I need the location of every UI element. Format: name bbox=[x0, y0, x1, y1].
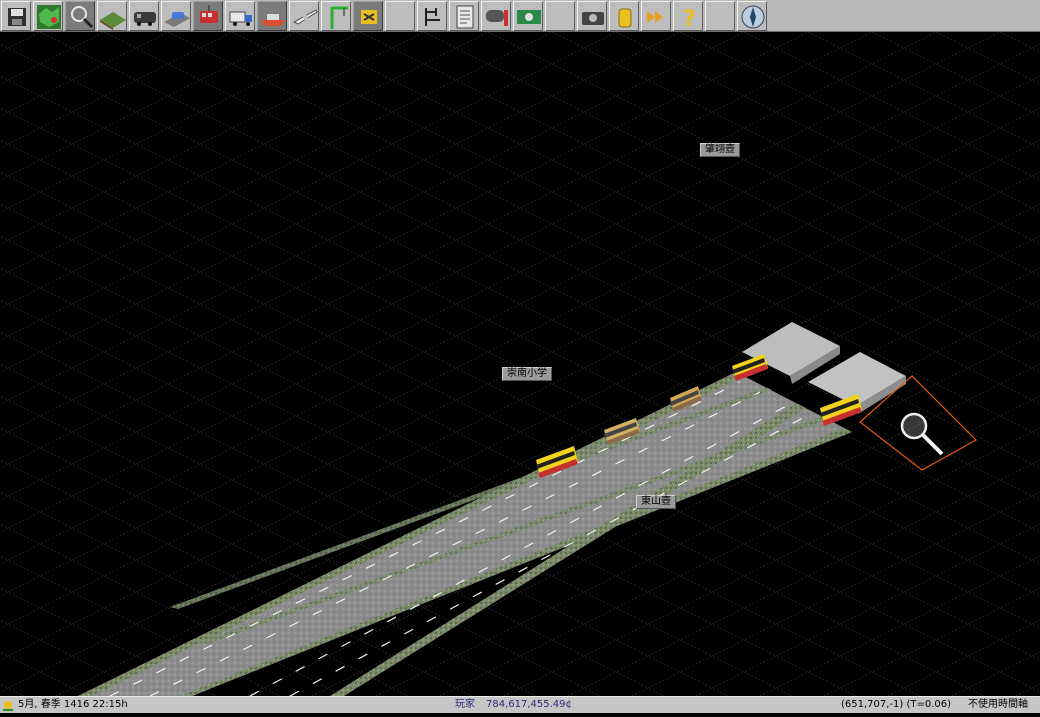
coin-icon[interactable] bbox=[609, 1, 639, 31]
isometric-terrain bbox=[0, 32, 1040, 697]
blank-slot-icon bbox=[705, 1, 735, 31]
magnifier-icon[interactable] bbox=[65, 1, 95, 31]
list-icon[interactable] bbox=[449, 1, 479, 31]
season-icon bbox=[2, 699, 14, 711]
timeline-mode: 不使用時間軸 bbox=[968, 699, 1028, 710]
road-icon[interactable] bbox=[161, 1, 191, 31]
town-label[interactable]: 東山壺 bbox=[636, 495, 676, 509]
money-display: 784,617,455.49¢ bbox=[486, 699, 572, 710]
map-icon[interactable] bbox=[33, 1, 63, 31]
help-icon[interactable]: ? bbox=[673, 1, 703, 31]
crane-icon[interactable] bbox=[321, 1, 351, 31]
main-toolbar: ? bbox=[0, 0, 1040, 32]
status-bar: 5月, 春季 1416 22:15h 玩家 784,617,455.49¢ (6… bbox=[0, 696, 1040, 713]
railway-icon[interactable] bbox=[129, 1, 159, 31]
truck-icon[interactable] bbox=[225, 1, 255, 31]
game-map-viewport[interactable]: 肇翊壺 崇南小学 東山壺 bbox=[0, 32, 1040, 697]
tram-icon[interactable] bbox=[193, 1, 223, 31]
airplane-icon[interactable] bbox=[289, 1, 319, 31]
camera-icon[interactable] bbox=[577, 1, 607, 31]
blank-slot-icon bbox=[385, 1, 415, 31]
town-label[interactable]: 崇南小学 bbox=[502, 367, 552, 381]
terrain-icon[interactable] bbox=[97, 1, 127, 31]
schedule-icon[interactable] bbox=[417, 1, 447, 31]
blank-slot-icon bbox=[545, 1, 575, 31]
cursor-coordinates: (651,707,-1) (T=0.06) bbox=[841, 699, 952, 710]
town-label[interactable]: 肇翊壺 bbox=[700, 143, 740, 157]
svg-text:?: ? bbox=[683, 7, 696, 31]
ship-icon[interactable] bbox=[257, 1, 287, 31]
compass-icon[interactable] bbox=[737, 1, 767, 31]
mailbox-icon[interactable] bbox=[481, 1, 511, 31]
player-name: 玩家 bbox=[455, 699, 475, 710]
fast-forward-icon[interactable] bbox=[641, 1, 671, 31]
game-date: 5月, 春季 1416 22:15h bbox=[18, 699, 128, 710]
special-tools-icon[interactable] bbox=[353, 1, 383, 31]
save-disk-icon[interactable] bbox=[1, 1, 31, 31]
finance-icon[interactable] bbox=[513, 1, 543, 31]
